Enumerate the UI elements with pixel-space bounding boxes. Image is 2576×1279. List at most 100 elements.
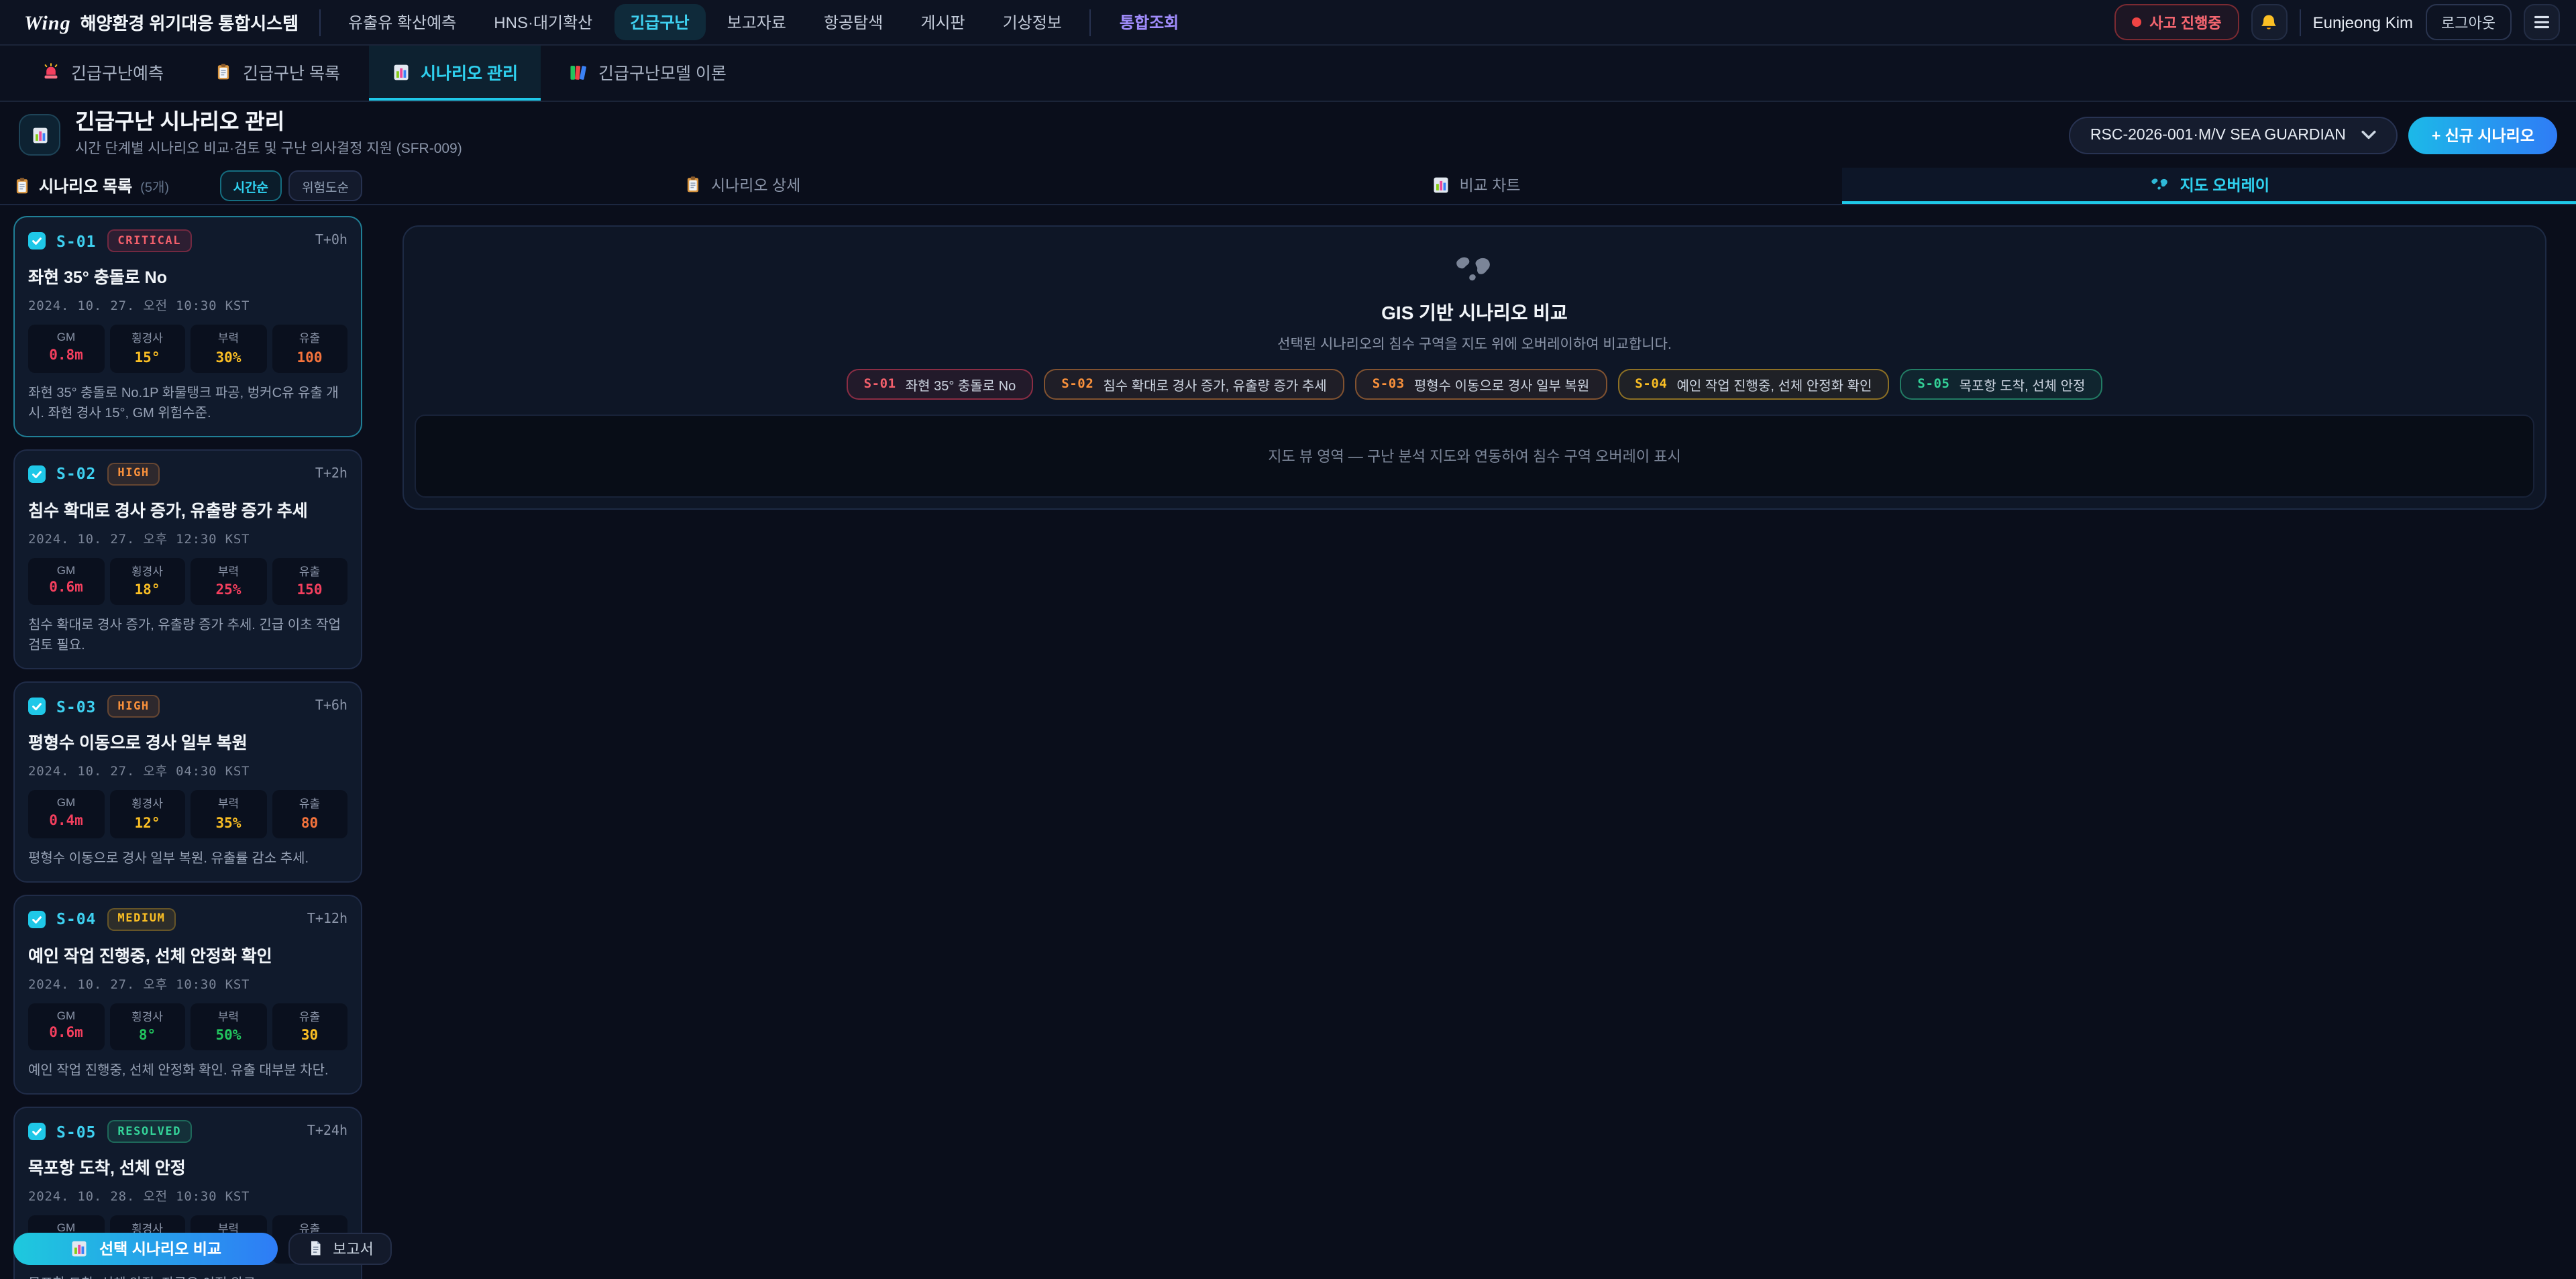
nav-item-emergency-rescue[interactable]: 긴급구난 [614, 4, 705, 40]
scenario-card-header: S-03HIGHT+6h [28, 695, 347, 718]
stat-label: 유출 [274, 795, 345, 812]
logo-title: 해양환경 위기대응 통합시스템 [80, 9, 299, 34]
tab-rescue-forecast[interactable]: 긴급구난예측 [19, 46, 186, 101]
scenario-checkbox[interactable] [28, 1123, 46, 1140]
nav-item-hns-air-diffusion[interactable]: HNS·대기확산 [478, 4, 608, 40]
stat-label: 횡경사 [112, 1008, 182, 1024]
stat-value: 0.4m [31, 812, 101, 828]
sort-by-time-button[interactable]: 시간순 [220, 170, 282, 201]
chip-label: 좌현 35° 충돌로 No [906, 374, 1016, 394]
scenario-count: (5개) [140, 176, 169, 196]
tab-label: 시나리오 관리 [421, 59, 518, 85]
gis-title: GIS 기반 시나리오 비교 [1381, 299, 1568, 326]
new-scenario-button[interactable]: + 신규 시나리오 [2409, 116, 2557, 154]
incident-status-badge: 사고 진행중 [2114, 4, 2239, 40]
stat-box: 부력35% [191, 790, 266, 838]
page-header-actions: RSC-2026-001·M/V SEA GUARDIAN + 신규 시나리오 [2069, 116, 2557, 154]
severity-badge: CRITICAL [107, 229, 192, 252]
stat-box: 부력 30% [191, 325, 266, 372]
logo-mark: Wing [24, 13, 71, 36]
scenario-card[interactable]: S-04MEDIUMT+12h예인 작업 진행중, 선체 안정화 확인2024.… [13, 894, 362, 1095]
tab-rescue-list[interactable]: 긴급구난 목록 [192, 46, 363, 101]
hamburger-menu-icon [2533, 15, 2551, 30]
main-tab-compare-chart[interactable]: 비교 차트 [1109, 168, 1842, 204]
sort-buttons: 시간순 위험도순 [220, 170, 362, 201]
scenario-id: S-03 [56, 697, 96, 716]
scenario-chip[interactable]: S-03평형수 이동으로 경사 일부 복원 [1355, 369, 1607, 400]
scenario-checkbox[interactable] [28, 910, 46, 928]
nav-item-reports[interactable]: 보고자료 [711, 4, 802, 40]
stat-box: GM0.6m [28, 1003, 104, 1050]
logout-button[interactable]: 로그아웃 [2425, 4, 2512, 40]
severity-badge: HIGH [107, 695, 160, 718]
sort-by-risk-button[interactable]: 위험도순 [288, 170, 362, 201]
chip-id: S-04 [1635, 377, 1667, 392]
nav-item-oil-spill-forecast[interactable]: 유출유 확산예측 [332, 4, 472, 40]
severity-badge: HIGH [107, 462, 160, 485]
stat-label: 부력 [193, 1008, 264, 1024]
chip-id: S-02 [1061, 377, 1093, 392]
scenario-list: S-01CRITICALT+0h좌현 35° 충돌로 No2024. 10. 2… [0, 205, 376, 1279]
nav-item-integrated-search[interactable]: 통합조회 [1104, 4, 1195, 40]
menu-button[interactable] [2524, 4, 2560, 40]
stat-label: GM [31, 1008, 101, 1021]
stat-label: 부력 [193, 795, 264, 812]
stat-label: 부력 [193, 563, 264, 579]
scenario-chip[interactable]: S-02침수 확대로 경사 증가, 유출량 증가 추세 [1044, 369, 1344, 400]
scenario-title: 침수 확대로 경사 증가, 유출량 증가 추세 [28, 496, 347, 521]
scenario-card-header: S-05RESOLVEDT+24h [28, 1120, 347, 1143]
section-tab-bar: 긴급구난예측 긴급구난 목록 시나리오 관리 긴급구난모델 이론 [0, 46, 2576, 102]
chip-label: 예인 작업 진행중, 선체 안정화 확인 [1676, 374, 1872, 394]
books-icon [569, 62, 588, 81]
app-logo: Wing 해양환경 위기대응 통합시스템 [16, 9, 307, 36]
stat-value: 30% [193, 349, 264, 366]
case-selector-dropdown[interactable]: RSC-2026-001·M/V SEA GUARDIAN [2069, 116, 2398, 154]
tab-label: 긴급구난예측 [71, 59, 164, 85]
scenario-chip[interactable]: S-04 예인 작업 진행중, 선체 안정화 확인 [1617, 369, 1889, 400]
stat-label: 횡경사 [112, 795, 182, 812]
scenario-checkbox[interactable] [28, 232, 46, 249]
scenario-id: S-02 [56, 464, 96, 483]
nav-item-weather-info[interactable]: 기상정보 [987, 4, 1078, 40]
stat-value: 100 [274, 349, 345, 366]
stat-label: 부력 [193, 330, 264, 346]
scenario-list-title: 시나리오 목록 [39, 174, 132, 197]
report-button[interactable]: 보고서 [288, 1232, 392, 1264]
clipboard-icon [215, 63, 232, 80]
compare-chart-icon [70, 1239, 89, 1258]
scenario-chip[interactable]: S-05목포항 도착, 선체 안정 [1900, 369, 2102, 400]
stat-value: 8° [112, 1027, 182, 1044]
severity-badge: MEDIUM [107, 907, 176, 930]
scenario-card[interactable]: S-01CRITICALT+0h좌현 35° 충돌로 No2024. 10. 2… [13, 216, 362, 437]
stat-value: 12° [112, 815, 182, 831]
stat-label: 횡경사 [112, 563, 182, 579]
main-tab-scenario-detail[interactable]: 시나리오 상세 [376, 168, 1109, 204]
scenario-card[interactable]: S-03HIGHT+6h평형수 이동으로 경사 일부 복원2024. 10. 2… [13, 681, 362, 882]
tab-label: 긴급구난 목록 [243, 59, 340, 85]
stat-value: 150 [274, 582, 345, 598]
scenario-title: 좌현 35° 충돌로 No [28, 263, 347, 288]
tab-scenario-management[interactable]: 시나리오 관리 [368, 46, 541, 101]
header-divider [319, 9, 320, 36]
scenario-checkbox[interactable] [28, 465, 46, 482]
case-selector-value: RSC-2026-001·M/V SEA GUARDIAN [2090, 127, 2346, 143]
nav-item-board[interactable]: 게시판 [904, 4, 981, 40]
scenario-chip[interactable]: S-01좌현 35° 충돌로 No [847, 369, 1034, 400]
main-tab-map-overlay[interactable]: 지도 오버레이 [1843, 168, 2576, 204]
notifications-button[interactable] [2251, 4, 2288, 40]
scenario-stats: GM0.4m횡경사12°부력35%유출80 [28, 790, 347, 838]
stat-value: 25% [193, 582, 264, 598]
world-icon [2149, 177, 2171, 192]
tab-rescue-model-theory[interactable]: 긴급구난모델 이론 [546, 46, 749, 101]
footer-actions: 선택 시나리오 비교 보고서 [13, 1232, 392, 1264]
compare-scenarios-button[interactable]: 선택 시나리오 비교 [13, 1232, 278, 1264]
gis-subtitle: 선택된 시나리오의 침수 구역을 지도 위에 오버레이하여 비교합니다. [1277, 334, 1672, 354]
scenario-card[interactable]: S-02HIGHT+2h침수 확대로 경사 증가, 유출량 증가 추세2024.… [13, 449, 362, 669]
chip-id: S-03 [1373, 377, 1405, 392]
stat-label: GM [31, 795, 101, 809]
clipboard-icon [13, 177, 31, 194]
stat-box: 횡경사15° [109, 325, 185, 372]
nav-item-aerial-search[interactable]: 항공탐색 [808, 4, 899, 40]
scenario-checkbox[interactable] [28, 698, 46, 715]
stat-value: 18° [112, 582, 182, 598]
